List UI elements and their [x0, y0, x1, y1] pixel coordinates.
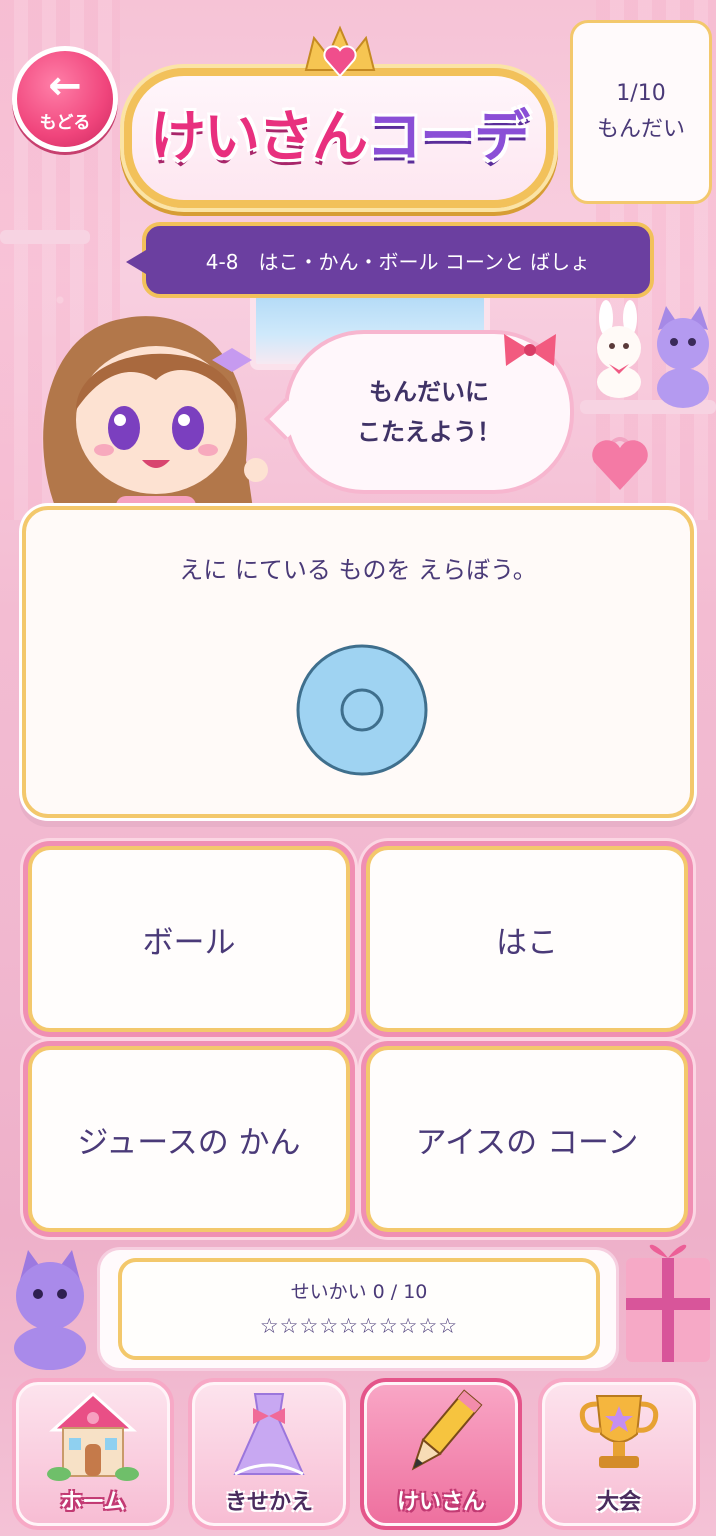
trophy-icon [579, 1395, 659, 1468]
question-text: えに にている ものを えらぼう。 [179, 556, 537, 584]
nav-calculation[interactable]: けいさん [360, 1378, 522, 1530]
nav-tournament-label: 大会 [596, 1490, 641, 1515]
score-inner: せいかい 0 / 10 ☆☆☆☆☆☆☆☆☆☆ [118, 1258, 600, 1360]
pencil-icon [411, 1389, 483, 1471]
lesson-title: 4-8 はこ・かん・ボール コーンと ばしょ [205, 249, 591, 274]
bow-icon [504, 334, 556, 366]
house-icon [47, 1391, 139, 1481]
score-panel: せいかい 0 / 10 ☆☆☆☆☆☆☆☆☆☆ [100, 1250, 616, 1368]
score-text: せいかい 0 / 10 [290, 1281, 428, 1303]
answer-option-4-label: アイスの コーン [415, 1124, 639, 1161]
lesson-title-bar: 4-8 はこ・かん・ボール コーンと ばしょ [142, 222, 654, 298]
answer-option-1[interactable]: ボール [28, 846, 350, 1032]
girl-character-icon [43, 316, 268, 530]
speech-line-2: こたえよう！ [357, 418, 501, 446]
score-stars: ☆☆☆☆☆☆☆☆☆☆ [259, 1314, 459, 1338]
nav-tournament[interactable]: 大会 [538, 1378, 700, 1530]
cat-plush-icon [657, 306, 709, 408]
gift-box-icon [626, 1244, 710, 1362]
nav-home[interactable]: ホーム [12, 1378, 174, 1530]
answer-option-3[interactable]: ジュースの かん [28, 1046, 350, 1232]
app-title: けいさんコーデ [124, 92, 554, 173]
back-button[interactable]: ← もどる [12, 46, 118, 152]
progress-label: もんだい [596, 117, 685, 142]
question-progress-card: 1/10 もんだい [570, 20, 712, 204]
app-title-part2: コーデ [366, 105, 530, 170]
nav-dressup[interactable]: きせかえ [188, 1378, 350, 1530]
bunny-plush-icon [597, 300, 641, 398]
back-button-label: もどる [39, 112, 91, 133]
purple-cat-plush-icon [14, 1250, 86, 1370]
crown-heart-icon [304, 25, 376, 78]
answer-option-3-label: ジュースの かん [77, 1124, 301, 1161]
answer-option-2-label: はこ [496, 924, 558, 961]
tape-roll-icon [296, 644, 428, 776]
heart-bag-icon [592, 437, 648, 490]
arrow-left-icon: ← [48, 62, 82, 109]
answer-option-4[interactable]: アイスの コーン [366, 1046, 688, 1232]
progress-count: 1/10 [616, 81, 666, 106]
question-panel: えに にている ものを えらぼう。 [22, 506, 694, 818]
background-shelf-left [0, 230, 90, 244]
nav-dressup-label: きせかえ [224, 1490, 313, 1515]
nav-calculation-label: けいさん [396, 1490, 485, 1515]
dress-icon [233, 1393, 305, 1476]
app-title-part1: けいさん [150, 105, 368, 170]
speech-line-1: もんだいに [369, 378, 489, 406]
nav-home-label: ホーム [60, 1490, 126, 1515]
answer-option-1-label: ボール [142, 924, 236, 961]
answer-option-2[interactable]: はこ [366, 846, 688, 1032]
